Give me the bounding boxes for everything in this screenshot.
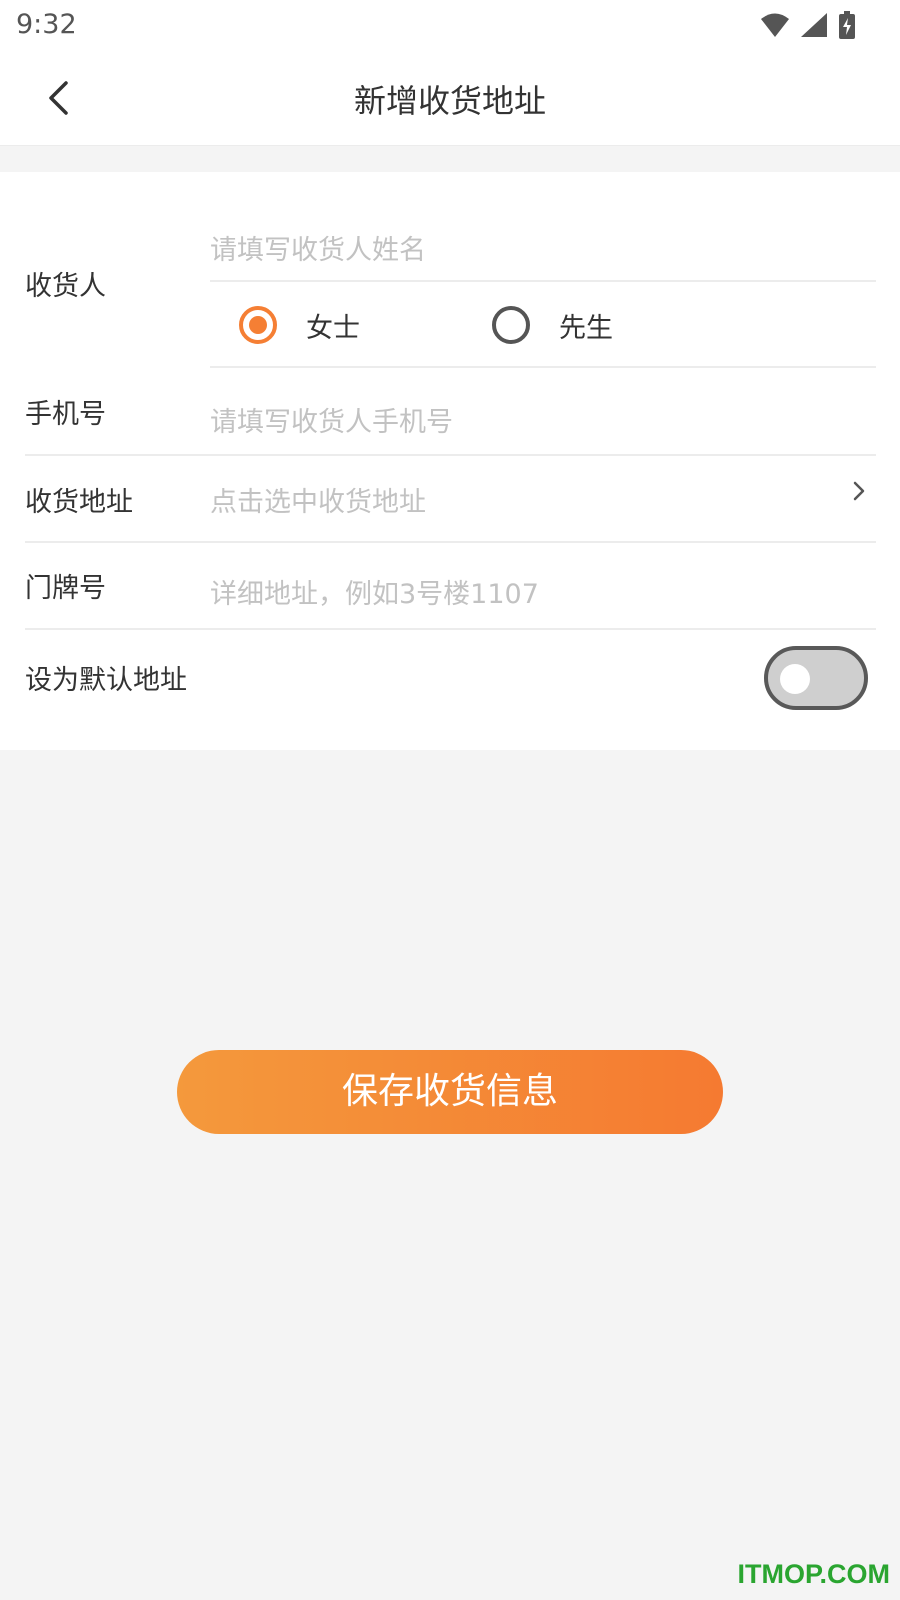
wifi-icon <box>761 13 789 37</box>
battery-charging-icon <box>839 11 855 39</box>
address-form: 收货人 请填写收货人姓名 女士 先生 手机号 请填写收货人手机号 收货地址 点击… <box>0 172 900 750</box>
default-address-label: 设为默认地址 <box>25 665 187 696</box>
watermark: ITMOP.COM <box>737 1559 890 1589</box>
divider <box>25 454 876 456</box>
save-button[interactable]: 保存收货信息 <box>177 1050 723 1134</box>
divider <box>210 366 876 368</box>
address-label: 收货地址 <box>25 487 133 518</box>
page-title: 新增收货地址 <box>353 82 546 120</box>
address-selector[interactable]: 点击选中收货地址 <box>210 480 426 519</box>
chevron-right-icon[interactable] <box>852 480 866 502</box>
status-time: 9:32 <box>16 9 77 40</box>
toggle-knob <box>780 664 810 694</box>
phone-label: 手机号 <box>25 399 106 430</box>
signal-icon <box>801 13 827 37</box>
divider <box>210 280 876 282</box>
radio-female[interactable] <box>239 306 277 344</box>
receiver-label: 收货人 <box>25 271 106 302</box>
divider <box>25 541 876 543</box>
app-bar: 新增收货地址 <box>0 50 900 146</box>
radio-female-label[interactable]: 女士 <box>306 306 360 345</box>
phone-input[interactable]: 请填写收货人手机号 <box>210 400 453 439</box>
status-icons <box>760 10 856 40</box>
radio-male-label[interactable]: 先生 <box>559 306 613 345</box>
receiver-name-input[interactable]: 请填写收货人姓名 <box>210 228 426 267</box>
radio-male[interactable] <box>492 306 530 344</box>
status-bar: 9:32 <box>0 0 900 50</box>
default-address-toggle[interactable] <box>764 646 868 710</box>
door-number-input[interactable]: 详细地址，例如3号楼1107 <box>210 572 539 611</box>
divider <box>25 628 876 630</box>
door-number-label: 门牌号 <box>25 573 106 604</box>
